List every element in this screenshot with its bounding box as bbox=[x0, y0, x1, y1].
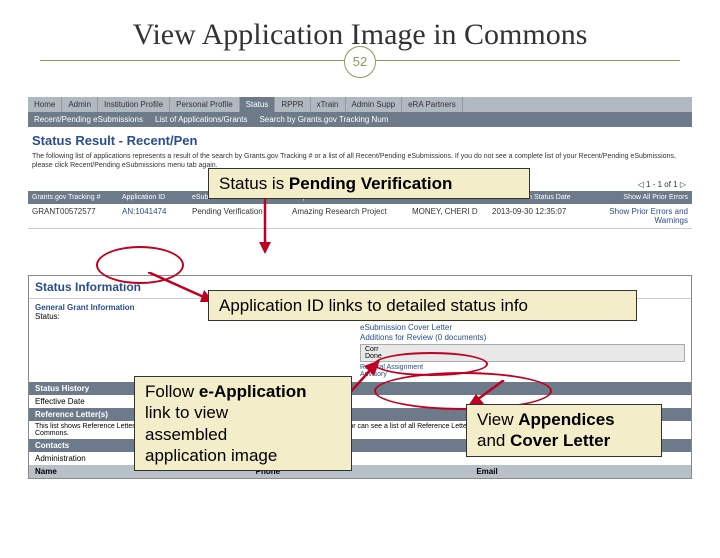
cell-prior-errors-link[interactable]: Show Prior Errors and Warnings bbox=[598, 204, 692, 228]
callout-app-id-link: Application ID links to detailed status … bbox=[208, 290, 637, 321]
nav-tabs: Home Admin Institution Profile Personal … bbox=[28, 97, 692, 112]
page-number-badge: 52 bbox=[344, 46, 376, 78]
tab-admin-supp[interactable]: Admin Supp bbox=[346, 97, 403, 112]
arrow-pending-to-status bbox=[250, 196, 280, 256]
result-table-row: GRANT00572577 AN:1041474 Pending Verific… bbox=[28, 204, 692, 229]
col-email: Email bbox=[470, 465, 691, 478]
corr-label: Corr bbox=[365, 346, 379, 353]
tab-rppr[interactable]: RPPR bbox=[275, 97, 310, 112]
sub-tabs: Recent/Pending eSubmissions List of Appl… bbox=[28, 112, 692, 127]
col-app-id: Application ID bbox=[118, 191, 188, 204]
cell-tracking: GRANT00572577 bbox=[28, 204, 118, 228]
cell-proposal-title: Amazing Research Project bbox=[288, 204, 408, 228]
tab-era-partners[interactable]: eRA Partners bbox=[402, 97, 463, 112]
contacts-header-row: Name Phone Email bbox=[29, 465, 691, 478]
tab-xtrain[interactable]: xTrain bbox=[311, 97, 346, 112]
cell-pi-name: MONEY, CHERI D bbox=[408, 204, 488, 228]
subtab-list-applications[interactable]: List of Applications/Grants bbox=[149, 112, 254, 127]
subtab-search-tracking[interactable]: Search by Grants.gov Tracking Num bbox=[253, 112, 394, 127]
callout-pending-verification: Status is Pending Verification bbox=[208, 168, 530, 199]
col-tracking: Grants.gov Tracking # bbox=[28, 191, 118, 204]
tab-institution-profile[interactable]: Institution Profile bbox=[98, 97, 170, 112]
title-rule: 52 bbox=[40, 60, 680, 91]
col-prior-errors: Show All Prior Errors bbox=[598, 191, 692, 204]
cell-esub-date: 2013-09-30 12:35:07 bbox=[488, 204, 598, 228]
tab-admin[interactable]: Admin bbox=[62, 97, 98, 112]
tab-personal-profile[interactable]: Personal Profile bbox=[170, 97, 239, 112]
tab-status[interactable]: Status bbox=[240, 97, 276, 112]
callout-appendices-cover-letter: View Appendices and Cover Letter bbox=[466, 404, 662, 457]
link-additions-review[interactable]: Additions for Review (0 documents) bbox=[360, 333, 685, 342]
tab-home[interactable]: Home bbox=[28, 97, 62, 112]
link-cover-letter[interactable]: eSubmission Cover Letter bbox=[360, 323, 685, 332]
subtab-recent-pending[interactable]: Recent/Pending eSubmissions bbox=[28, 112, 149, 127]
cell-app-id-link[interactable]: AN:1041474 bbox=[118, 204, 188, 228]
status-result-heading: Status Result - Recent/Pen bbox=[28, 127, 692, 150]
callout-e-application: Follow e-Application link to view assemb… bbox=[134, 376, 352, 471]
